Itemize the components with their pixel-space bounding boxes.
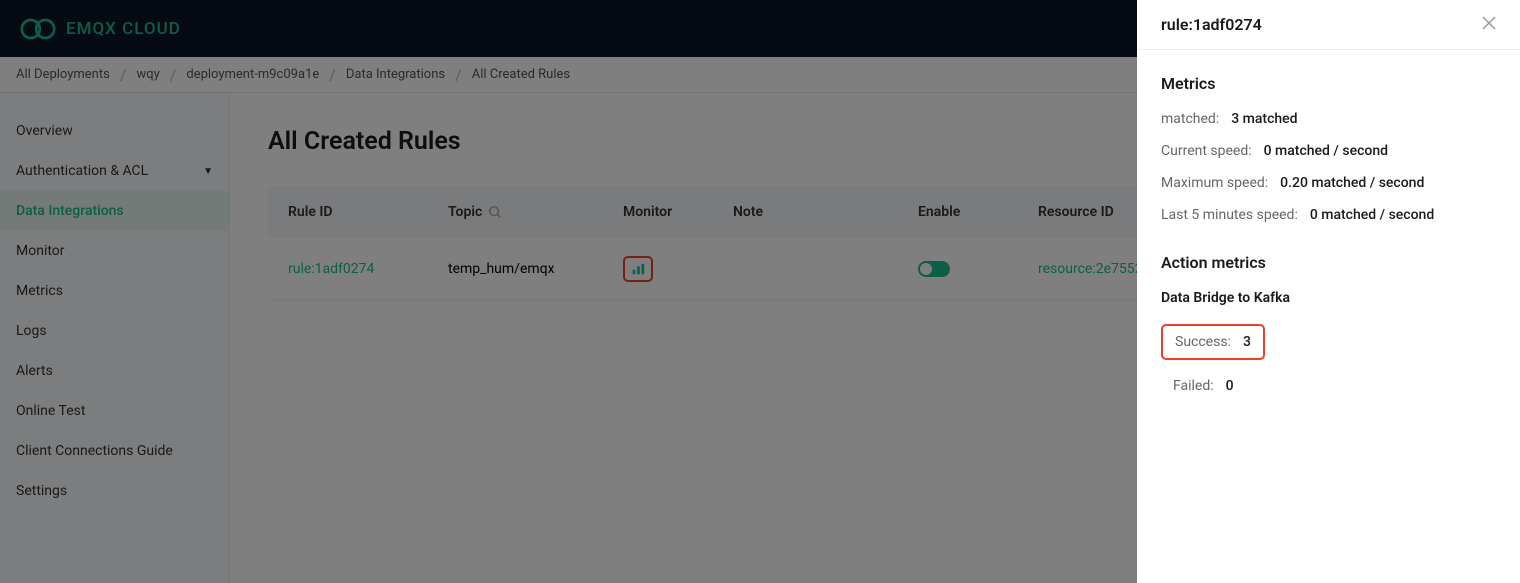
cell-monitor xyxy=(623,256,733,282)
breadcrumb-all-deployments[interactable]: All Deployments xyxy=(16,67,110,82)
sidebar-item-monitor[interactable]: Monitor xyxy=(0,231,229,271)
sidebar-item-overview[interactable]: Overview xyxy=(0,111,229,151)
metric-failed-label: Failed: xyxy=(1173,378,1214,394)
logo-area[interactable]: EMQX CLOUD xyxy=(20,16,181,42)
col-header-topic-label: Topic xyxy=(448,204,482,220)
rule-detail-panel: rule:1adf0274 Metrics matched: 3 matched… xyxy=(1137,0,1520,583)
monitor-chart-button[interactable] xyxy=(623,256,653,282)
metric-max-label: Maximum speed: xyxy=(1161,175,1268,191)
breadcrumb-sep: / xyxy=(455,65,462,84)
action-subtitle: Data Bridge to Kafka xyxy=(1161,290,1496,306)
sidebar-label-logs: Logs xyxy=(16,323,47,339)
sidebar-label-clientguide: Client Connections Guide xyxy=(16,443,173,459)
col-header-note: Note xyxy=(733,204,918,220)
close-icon xyxy=(1482,16,1496,30)
sidebar-item-onlinetest[interactable]: Online Test xyxy=(0,391,229,431)
search-icon[interactable] xyxy=(488,205,502,219)
breadcrumb-data-integrations[interactable]: Data Integrations xyxy=(346,67,445,82)
metric-max-speed: Maximum speed: 0.20 matched / second xyxy=(1161,175,1496,191)
col-header-rule-id: Rule ID xyxy=(288,204,448,220)
action-metrics-title: Action metrics xyxy=(1161,253,1496,272)
bar-chart-icon xyxy=(631,262,645,276)
sidebar-label-metrics: Metrics xyxy=(16,283,63,299)
sidebar-label-alerts: Alerts xyxy=(16,363,53,379)
cell-rule-id[interactable]: rule:1adf0274 xyxy=(288,261,448,277)
panel-header: rule:1adf0274 xyxy=(1137,0,1520,50)
sidebar-label-auth: Authentication & ACL xyxy=(16,163,148,179)
metric-success-highlighted: Success: 3 xyxy=(1161,324,1265,360)
sidebar-label-overview: Overview xyxy=(16,123,73,139)
metric-success-value: 3 xyxy=(1243,334,1251,350)
metric-last5-speed: Last 5 minutes speed: 0 matched / second xyxy=(1161,207,1496,223)
breadcrumb-sep: / xyxy=(170,65,177,84)
col-header-enable: Enable xyxy=(918,204,1038,220)
sidebar-label-settings: Settings xyxy=(16,483,67,499)
metric-last5-label: Last 5 minutes speed: xyxy=(1161,207,1298,223)
metric-matched-label: matched: xyxy=(1161,111,1219,127)
close-button[interactable] xyxy=(1482,15,1496,34)
breadcrumb-deployment[interactable]: deployment-m9c09a1e xyxy=(186,67,319,82)
sidebar-item-clientguide[interactable]: Client Connections Guide xyxy=(0,431,229,471)
sidebar-item-settings[interactable]: Settings xyxy=(0,471,229,511)
breadcrumb-sep: / xyxy=(329,65,336,84)
breadcrumb-sep: / xyxy=(120,65,127,84)
metric-max-value: 0.20 matched / second xyxy=(1280,175,1424,191)
sidebar-label-onlinetest: Online Test xyxy=(16,403,85,419)
metric-current-speed: Current speed: 0 matched / second xyxy=(1161,143,1496,159)
metric-current-value: 0 matched / second xyxy=(1264,143,1388,159)
metric-failed-value: 0 xyxy=(1226,378,1234,394)
logo-text: EMQX CLOUD xyxy=(66,19,181,39)
cell-enable xyxy=(918,261,1038,277)
sidebar-item-alerts[interactable]: Alerts xyxy=(0,351,229,391)
breadcrumb-wqy[interactable]: wqy xyxy=(136,67,159,82)
metrics-section-title: Metrics xyxy=(1161,74,1496,93)
col-header-monitor: Monitor xyxy=(623,204,733,220)
enable-toggle[interactable] xyxy=(918,261,950,277)
sidebar-item-metrics[interactable]: Metrics xyxy=(0,271,229,311)
sidebar: Overview Authentication & ACL ▼ Data Int… xyxy=(0,93,230,583)
sidebar-label-monitor: Monitor xyxy=(16,243,65,259)
metric-matched: matched: 3 matched xyxy=(1161,111,1496,127)
cell-topic: temp_hum/emqx xyxy=(448,261,623,277)
metric-last5-value: 0 matched / second xyxy=(1310,207,1434,223)
sidebar-label-integrations: Data Integrations xyxy=(16,203,124,219)
metric-failed: Failed: 0 xyxy=(1161,370,1246,402)
metric-success-label: Success: xyxy=(1175,334,1231,350)
chevron-down-icon: ▼ xyxy=(203,166,213,177)
panel-body: Metrics matched: 3 matched Current speed… xyxy=(1137,50,1520,426)
metric-matched-value: 3 matched xyxy=(1231,111,1297,127)
panel-title: rule:1adf0274 xyxy=(1161,15,1262,34)
sidebar-item-logs[interactable]: Logs xyxy=(0,311,229,351)
sidebar-item-integrations[interactable]: Data Integrations xyxy=(0,191,229,231)
col-header-topic: Topic xyxy=(448,204,623,220)
logo-icon xyxy=(20,16,56,42)
breadcrumb-all-rules[interactable]: All Created Rules xyxy=(472,67,570,82)
metric-current-label: Current speed: xyxy=(1161,143,1252,159)
sidebar-item-auth[interactable]: Authentication & ACL ▼ xyxy=(0,151,229,191)
